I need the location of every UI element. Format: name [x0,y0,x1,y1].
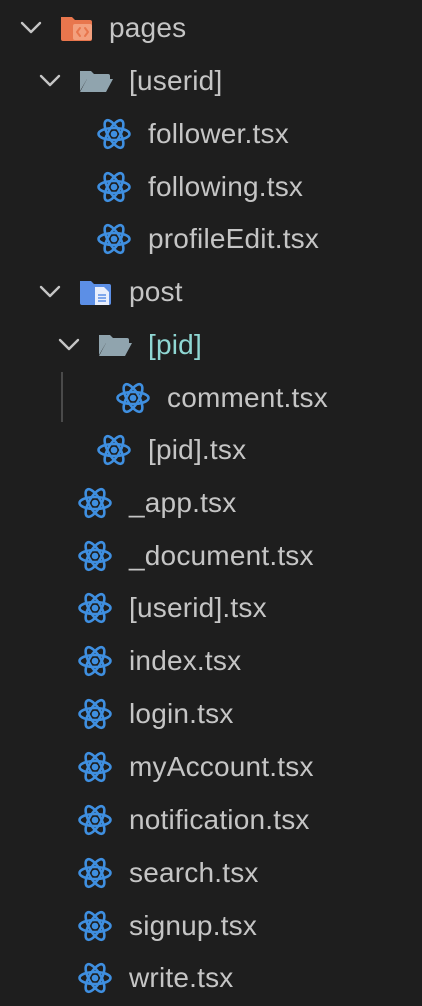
file-label: search.tsx [129,857,259,888]
react-icon [77,910,113,942]
file-item[interactable]: profileEdit.tsx [0,213,422,265]
folder-docs-icon [78,276,114,308]
file-item[interactable]: [pid].tsx [0,424,422,476]
react-icon [77,698,113,730]
chevron-down-icon[interactable] [57,335,81,355]
file-label: write.tsx [129,962,234,993]
react-icon [77,487,113,519]
react-icon [96,223,132,255]
react-icon [96,171,132,203]
folder-post[interactable]: post [0,266,422,318]
file-item[interactable]: [userid].tsx [0,582,422,634]
file-label: index.tsx [129,645,242,676]
chevron-down-icon[interactable] [19,18,43,38]
folder-label: post [129,276,183,307]
react-icon [77,962,113,994]
file-item[interactable]: notification.tsx [0,794,422,846]
react-icon [77,857,113,889]
file-label: _app.tsx [129,487,237,518]
file-label: login.tsx [129,698,234,729]
file-item[interactable]: search.tsx [0,847,422,899]
file-label: following.tsx [148,171,304,202]
file-item[interactable]: comment.tsx [0,372,422,424]
file-label: [pid].tsx [148,434,247,465]
file-item[interactable]: following.tsx [0,161,422,213]
file-label: myAccount.tsx [129,751,314,782]
react-icon [77,540,113,572]
folder-label: [userid] [129,65,223,96]
file-item[interactable]: myAccount.tsx [0,741,422,793]
react-icon [77,804,113,836]
file-item[interactable]: signup.tsx [0,900,422,952]
file-item[interactable]: index.tsx [0,635,422,687]
file-label: [userid].tsx [129,592,267,623]
chevron-down-icon[interactable] [38,282,62,302]
folder-userid[interactable]: [userid] [0,55,422,107]
file-label: notification.tsx [129,804,310,835]
file-label: _document.tsx [129,540,314,571]
folder-pages[interactable]: pages [0,2,422,54]
file-item[interactable]: follower.tsx [0,108,422,160]
file-item[interactable]: _app.tsx [0,477,422,529]
folder-label: [pid] [148,329,202,360]
folder-label: pages [109,12,187,43]
chevron-down-icon[interactable] [38,71,62,91]
folder-pid[interactable]: [pid] [0,319,422,371]
react-icon [77,751,113,783]
react-icon [77,592,113,624]
file-label: profileEdit.tsx [148,223,320,254]
react-icon [96,118,132,150]
file-explorer-tree: pages [userid] follower.tsx following.ts… [0,0,422,1006]
file-item[interactable]: _document.tsx [0,530,422,582]
folder-open-icon [78,65,114,97]
react-icon [77,645,113,677]
file-item[interactable]: login.tsx [0,688,422,740]
folder-open-icon [97,329,133,361]
file-label: comment.tsx [167,382,328,413]
file-label: follower.tsx [148,118,289,149]
react-icon [115,382,151,414]
folder-pages-open-icon [59,12,95,44]
file-item[interactable]: write.tsx [0,952,422,1004]
file-label: signup.tsx [129,910,258,941]
react-icon [96,434,132,466]
